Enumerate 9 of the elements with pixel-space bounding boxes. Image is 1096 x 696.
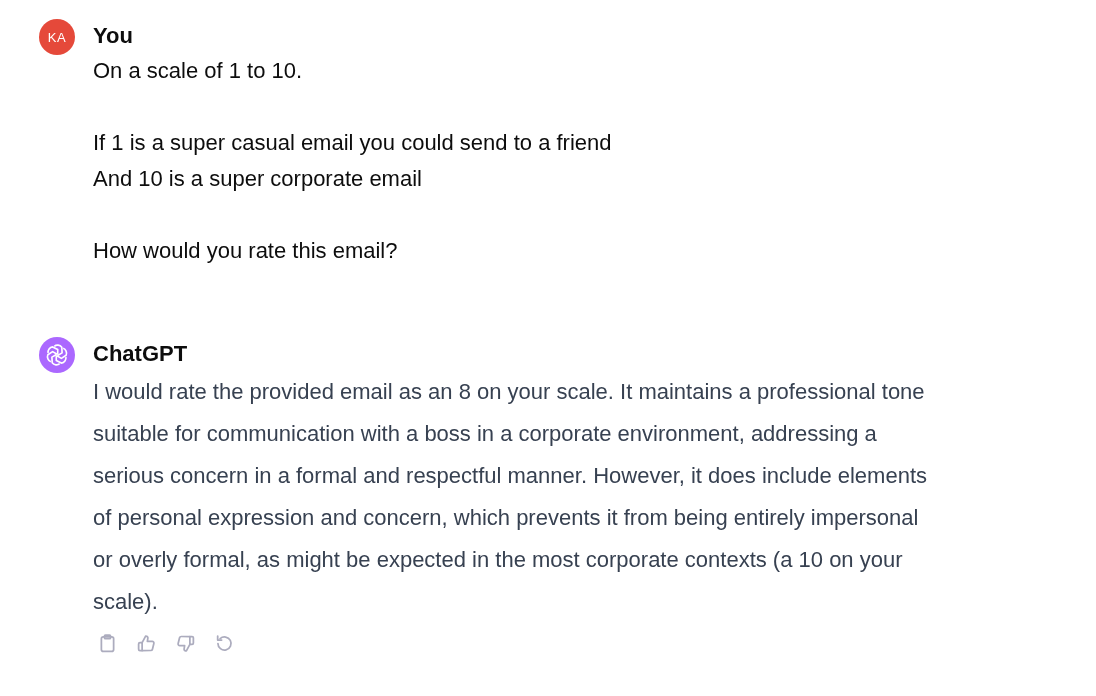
message-text: On a scale of 1 to 10. If 1 is a super casual email you could send to a friend And 10 is a super corporate email How would you rate this email?: [93, 57, 612, 265]
message-text: I would rate the provided email as an 8 on your scale. It maintains a professional tone suitable for communication with a boss in a corporate environment, addressing a serious concern in a formal and respectful manner. However, it does include elements of personal expression and concern, which prevents it from being entirely impersonal or overly formal, as might be expected in the most corporate contexts (a 10 on your scale).: [93, 378, 928, 616]
author-name: You: [93, 22, 133, 50]
regenerate-icon[interactable]: [214, 633, 235, 654]
assistant-avatar-icon: [39, 337, 75, 373]
thumbs-up-icon[interactable]: [136, 633, 157, 654]
author-name: ChatGPT: [93, 340, 188, 368]
thumbs-down-icon[interactable]: [175, 633, 196, 654]
user-avatar: KA: [39, 19, 75, 55]
